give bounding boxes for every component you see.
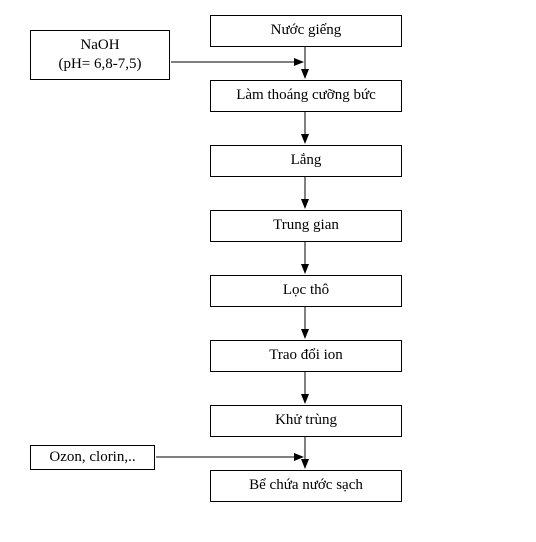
- process-label: Trung gian: [273, 216, 339, 236]
- side-box-label: Ozon, clorin,..: [49, 448, 135, 468]
- side-box-ozon: Ozon, clorin,..: [30, 445, 155, 470]
- process-box-3: Lắng: [210, 145, 402, 177]
- side-box-line1: NaOH: [80, 36, 119, 56]
- process-label: Nước giếng: [271, 21, 342, 41]
- side-box-naoh: NaOH (pH= 6,8-7,5): [30, 30, 170, 80]
- process-box-5: Lọc thô: [210, 275, 402, 307]
- process-label: Lọc thô: [283, 281, 329, 301]
- process-label: Bể chứa nước sạch: [249, 476, 363, 496]
- process-box-4: Trung gian: [210, 210, 402, 242]
- process-label: Khử trùng: [275, 411, 337, 431]
- process-box-8: Bể chứa nước sạch: [210, 470, 402, 502]
- process-label: Lắng: [291, 151, 322, 171]
- process-label: Trao đổi ion: [269, 346, 343, 366]
- process-box-6: Trao đổi ion: [210, 340, 402, 372]
- process-box-7: Khử trùng: [210, 405, 402, 437]
- side-box-line2: (pH= 6,8-7,5): [58, 55, 141, 75]
- process-box-2: Làm thoáng cưỡng bức: [210, 80, 402, 112]
- process-label: Làm thoáng cưỡng bức: [236, 86, 376, 106]
- process-box-1: Nước giếng: [210, 15, 402, 47]
